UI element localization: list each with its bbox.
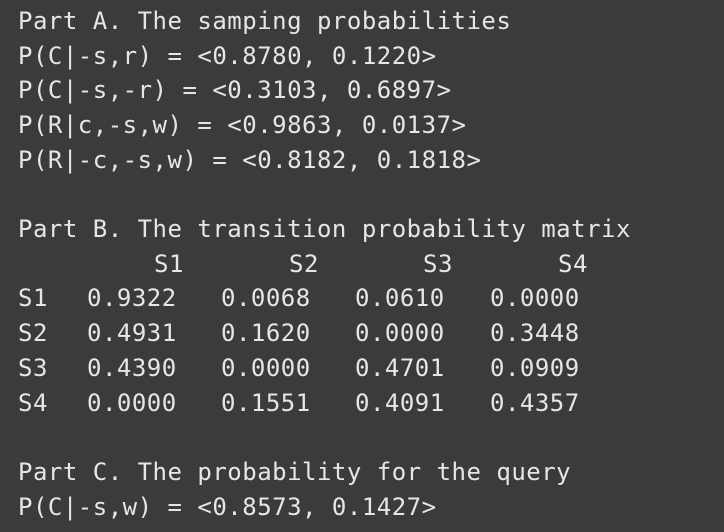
part-a-line: P(R|c,-s,w) = <0.9863, 0.0137> (18, 111, 467, 139)
matrix-cell: 0.1551 (221, 389, 311, 417)
part-a-line: P(C|-s,r) = <0.8780, 0.1220> (18, 42, 437, 70)
part-c-title: Part C. The probability for the query (18, 458, 572, 486)
matrix-col-header: S1 (154, 250, 184, 278)
matrix-cell: 0.0000 (490, 284, 580, 312)
matrix-col-header: S3 (423, 250, 453, 278)
matrix-col-header: S4 (558, 250, 588, 278)
part-a-title: Part A. The samping probabilities (18, 7, 512, 35)
matrix-row-label: S3 (18, 354, 48, 382)
matrix-cell: 0.0610 (355, 284, 445, 312)
part-a-line: P(R|-c,-s,w) = <0.8182, 0.1818> (18, 146, 482, 174)
matrix-cell: 0.0000 (87, 389, 177, 417)
matrix-row-label: S4 (18, 389, 48, 417)
matrix-cell: 0.4091 (355, 389, 445, 417)
matrix-cell: 0.3448 (490, 319, 580, 347)
matrix-row-label: S2 (18, 319, 48, 347)
matrix-cell: 0.4357 (490, 389, 580, 417)
matrix-cell: 0.0000 (221, 354, 311, 382)
matrix-cell: 0.9322 (87, 284, 177, 312)
part-c-line: P(C|-s,w) = <0.8573, 0.1427> (18, 493, 437, 521)
matrix-row-label: S1 (18, 284, 48, 312)
matrix-cell: 0.0068 (221, 284, 311, 312)
part-b-title: Part B. The transition probability matri… (18, 215, 631, 243)
matrix-cell: 0.4701 (355, 354, 445, 382)
terminal-output: Part A. The samping probabilities P(C|-s… (0, 0, 724, 532)
matrix-cell: 0.1620 (221, 319, 311, 347)
matrix-cell: 0.4931 (87, 319, 177, 347)
matrix-cell: 0.0000 (355, 319, 445, 347)
matrix-col-header: S2 (289, 250, 319, 278)
matrix-cell: 0.0909 (490, 354, 580, 382)
matrix-cell: 0.4390 (87, 354, 177, 382)
part-a-line: P(C|-s,-r) = <0.3103, 0.6897> (18, 76, 452, 104)
